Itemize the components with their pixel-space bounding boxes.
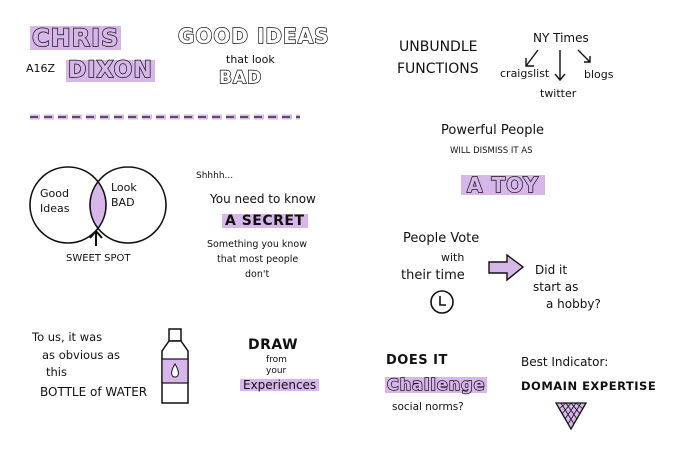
- indicator-line1: Best Indicator:: [521, 355, 609, 369]
- secret-hush: Shhhh...: [196, 171, 234, 181]
- water-line4: BOTTLE of WATER: [40, 385, 148, 399]
- clock-icon: [430, 290, 454, 314]
- net-icon: [554, 402, 588, 431]
- right-arrow-icon: [488, 253, 525, 282]
- water-line1: To us, it was: [32, 330, 103, 344]
- section-divider: [30, 114, 300, 120]
- blogs-label: blogs: [584, 68, 614, 81]
- talk-title-line1: GOOD IDEAS: [177, 24, 330, 48]
- draw-line4: Experiences: [240, 379, 320, 391]
- twitter-label: twitter: [540, 87, 577, 100]
- challenge-headline: Challenge: [385, 375, 488, 394]
- unbundle-line1: UNBUNDLE: [399, 39, 478, 55]
- venn-right-label: Look BAD: [111, 181, 137, 209]
- secret-headline: A SECRET: [222, 214, 308, 228]
- craigslist-label: craigslist: [500, 67, 550, 80]
- hobby-q2: start as: [533, 280, 579, 294]
- hobby-q3: a hobby?: [546, 297, 601, 311]
- speaker-org: A16Z: [26, 62, 56, 75]
- secret-line1: You need to know: [210, 192, 316, 206]
- talk-title-line3: BAD: [218, 68, 263, 88]
- indicator-line2: DOMAIN EXPERTISE: [521, 379, 657, 393]
- draw-line3: your: [266, 366, 287, 376]
- hobby-q1: Did it: [535, 263, 568, 277]
- speaker-first-name: CHRIS: [30, 24, 122, 52]
- challenge-line1: DOES IT: [386, 353, 448, 368]
- nyt-label: NY Times: [533, 31, 589, 45]
- water-line2: as obvious as: [42, 348, 121, 362]
- unbundle-line2: FUNCTIONS: [397, 61, 479, 77]
- vote-line1: People Vote: [403, 231, 480, 246]
- secret-sub2: that most people: [217, 254, 299, 265]
- toy-line1: Powerful People: [441, 123, 545, 138]
- talk-title-line2: that look: [226, 53, 275, 66]
- water-line3: this: [46, 365, 67, 379]
- vote-line2: with: [441, 251, 465, 264]
- secret-sub3: don't: [245, 269, 270, 280]
- draw-line1: DRAW: [248, 337, 299, 353]
- water-bottle-icon: [161, 328, 189, 404]
- speaker-last-name: DIXON: [66, 58, 155, 83]
- vote-line3: their time: [401, 268, 465, 283]
- up-arrow-icon: [89, 229, 103, 246]
- toy-headline: A TOY: [461, 174, 545, 196]
- sweet-spot-label: SWEET SPOT: [66, 253, 131, 264]
- draw-line2: from: [266, 355, 287, 365]
- toy-line2: WILL DISMISS IT AS: [450, 146, 533, 156]
- venn-left-label: Good Ideas: [40, 187, 70, 215]
- challenge-line3: social norms?: [392, 401, 464, 413]
- secret-sub1: Something you know: [207, 239, 307, 250]
